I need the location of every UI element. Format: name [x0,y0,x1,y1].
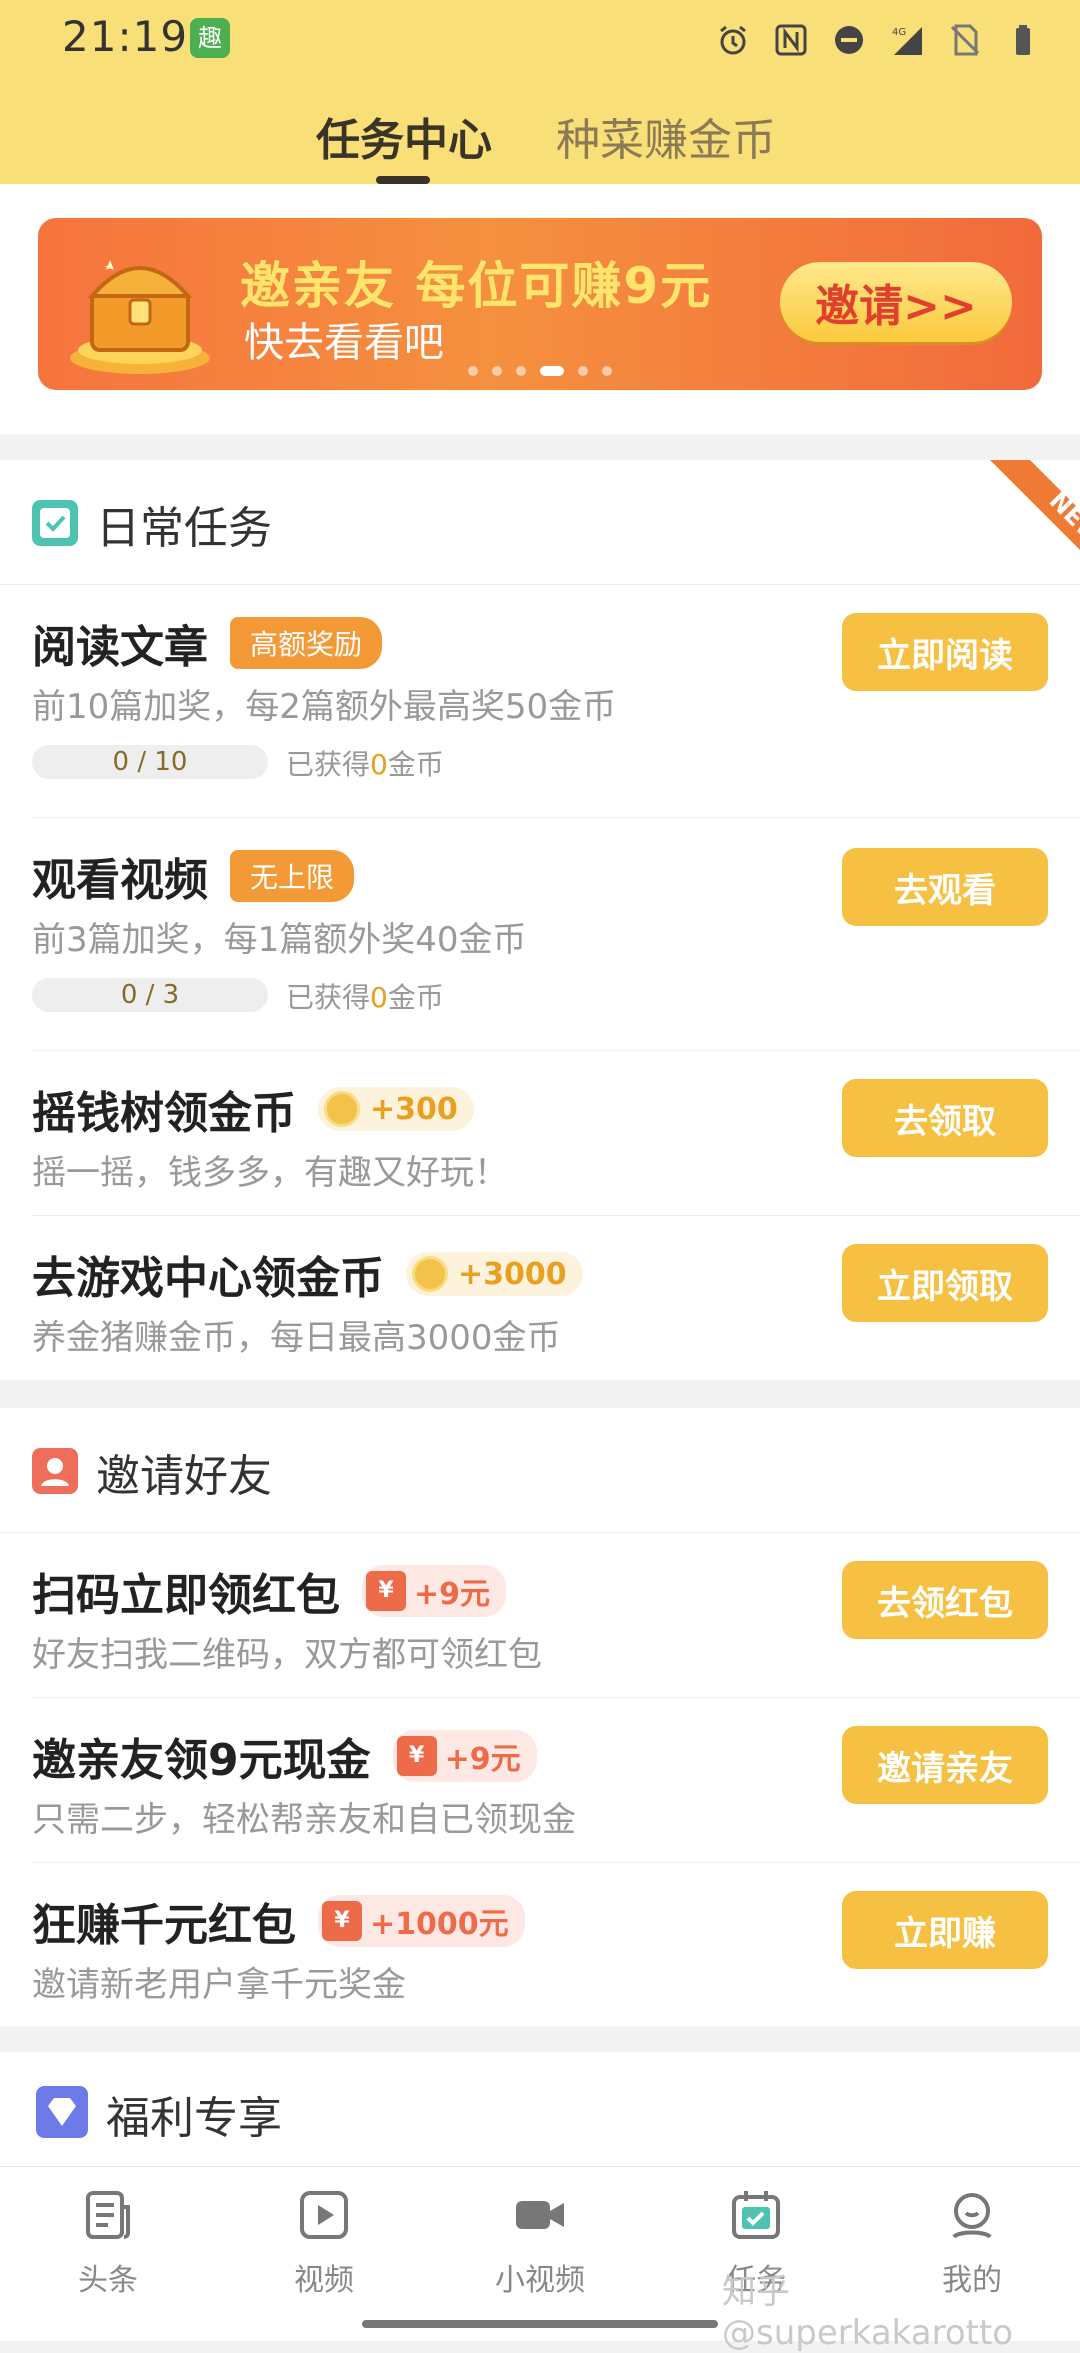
coin-icon [412,1256,448,1292]
task-invite-cash: 邀亲友领9元现金 ¥ +9元 只需二步，轻松帮亲友和自已领现金 邀请亲友 [32,1698,1080,1863]
task-title: 去游戏中心领金币 [32,1253,384,1304]
task-title: 狂赚千元红包 [32,1900,296,1951]
carousel-dot[interactable] [578,366,588,376]
video-icon [300,2191,348,2239]
top-tabs: 任务中心 种菜赚金币 [0,96,1080,184]
checkbox-icon [32,500,78,546]
alarm-icon [720,25,746,55]
task-title: 阅读文章 [32,622,208,673]
task-watch-videos: 观看视频 无上限 前3篇加奖，每1篇额外奖40金币 0 / 3 已获得0金币 去… [32,818,1080,1051]
red-envelope-icon: ¥ [396,1736,437,1776]
coin-icon [324,1091,360,1127]
status-icons: 4G [716,18,1040,62]
task-scan-code: 扫码立即领红包 ¥ +9元 好友扫我二维码，双方都可领红包 去领红包 [32,1533,1080,1698]
banner-subtitle: 快去看看吧 [244,320,444,366]
task-progress: 0 / 3 [32,978,268,1012]
profile-icon [952,2193,992,2239]
task-description: 摇一摇，钱多多，有趣又好玩！ [32,1153,508,1193]
signal-icon: 4G [892,27,922,55]
task-description: 前10篇加奖，每2篇额外最高奖50金币 [32,687,617,727]
coin-reward: +300 [318,1087,474,1131]
task-description: 前3篇加奖，每1篇额外奖40金币 [32,920,527,960]
section-title: 邀请好友 [96,1451,272,1502]
nav-headlines[interactable]: 头条 [28,2187,188,2299]
carousel-dot[interactable] [516,366,526,376]
read-now-button[interactable]: 立即阅读 [842,613,1048,691]
red-packet-reward: ¥ +1000元 [318,1895,525,1947]
red-packet-reward: ¥ +9元 [362,1565,507,1617]
tab-task-center[interactable]: 任务中心 [316,104,492,168]
red-envelope-icon: ¥ [322,1901,362,1941]
app-header: 21:19 趣 4G 任务中心 种菜赚金币 [0,0,1080,184]
task-money-tree: 摇钱树领金币 +300 摇一摇，钱多多，有趣又好玩！ 去领取 [32,1051,1080,1216]
task-badge: 无上限 [230,850,355,902]
diamond-icon [36,2086,88,2138]
svg-text:4G: 4G [892,27,906,38]
news-icon [86,2191,130,2239]
banner-title: 邀亲友 每位可赚9元 [240,257,713,315]
carousel-dot-active[interactable] [540,366,564,376]
task-icon [732,2191,780,2239]
task-game-center: 去游戏中心领金币 +3000 养金猪赚金币，每日最高3000金币 立即领取 [32,1216,1080,1380]
carousel-dots [38,366,1042,376]
task-description: 邀请新老用户拿千元奖金 [32,1965,406,2005]
task-title: 摇钱树领金币 [32,1088,296,1139]
status-time: 21:19 [62,12,189,61]
section-header: 福利专享 [0,2052,1080,2166]
task-title: 邀亲友领9元现金 [32,1735,371,1786]
task-thousand-red-packet: 狂赚千元红包 ¥ +1000元 邀请新老用户拿千元奖金 立即赚 [32,1863,1080,2027]
get-red-packet-button[interactable]: 去领红包 [842,1561,1048,1639]
carousel-dot[interactable] [492,366,502,376]
nav-video[interactable]: 视频 [244,2187,404,2299]
invite-friends-button[interactable]: 邀请亲友 [842,1726,1048,1804]
banner-invite-button[interactable]: 邀请>> [780,262,1012,342]
task-read-articles: 阅读文章 高额奖励 前10篇加奖，每2篇额外最高奖50金币 0 / 10 已获得… [32,585,1080,818]
task-title: 观看视频 [32,855,208,906]
section-header: 邀请好友 [0,1408,1080,1533]
camera-icon [516,2201,564,2229]
task-description: 只需二步，轻松帮亲友和自已领现金 [32,1800,576,1840]
section-title: 日常任务 [96,503,272,554]
task-earned: 已获得0金币 [286,981,444,1014]
section-header: 日常任务 NEW [0,460,1080,585]
earn-now-button[interactable]: 立即赚 [842,1891,1048,1969]
claim-now-button[interactable]: 立即领取 [842,1244,1048,1322]
invite-friends-section: 邀请好友 扫码立即领红包 ¥ +9元 好友扫我二维码，双方都可领红包 去领红包 邀… [0,1408,1080,2026]
battery-icon [1016,25,1030,55]
carousel-dot[interactable] [602,366,612,376]
nav-short-video[interactable]: 小视频 [460,2187,620,2299]
dnd-icon [835,26,863,54]
task-badge: 高额奖励 [230,617,383,669]
claim-button[interactable]: 去领取 [842,1079,1048,1157]
section-title: 福利专享 [106,2093,282,2144]
tab-grow-vegetables[interactable]: 种菜赚金币 [556,104,776,168]
coin-reward: +3000 [406,1252,583,1296]
status-bar: 21:19 趣 4G [0,0,1080,80]
new-ribbon-icon: NEW [990,460,1080,551]
app-notification-icon: 趣 [190,18,230,58]
nfc-icon [775,24,807,56]
carousel-dot[interactable] [468,366,478,376]
red-packet-reward: ¥ +9元 [392,1730,537,1782]
task-title: 扫码立即领红包 [32,1570,340,1621]
task-description: 好友扫我二维码，双方都可领红包 [32,1635,542,1675]
home-indicator[interactable] [362,2320,718,2328]
treasure-chest-icon [70,260,210,374]
daily-tasks-section: 日常任务 NEW 阅读文章 高额奖励 前10篇加奖，每2篇额外最高奖50金币 0… [0,460,1080,1380]
task-description: 养金猪赚金币，每日最高3000金币 [32,1318,561,1358]
task-earned: 已获得0金币 [286,748,444,781]
welfare-section: 福利专享 [0,2052,1080,2166]
red-envelope-icon: ¥ [366,1571,406,1611]
banner-area: 邀亲友 每位可赚9元 快去看看吧 邀请>> [0,184,1080,434]
invite-banner[interactable]: 邀亲友 每位可赚9元 快去看看吧 邀请>> [38,218,1042,390]
user-icon [32,1448,78,1494]
watch-button[interactable]: 去观看 [842,848,1048,926]
task-progress: 0 / 10 [32,745,268,779]
no-sim-icon [950,24,980,56]
active-tab-indicator [376,176,430,184]
